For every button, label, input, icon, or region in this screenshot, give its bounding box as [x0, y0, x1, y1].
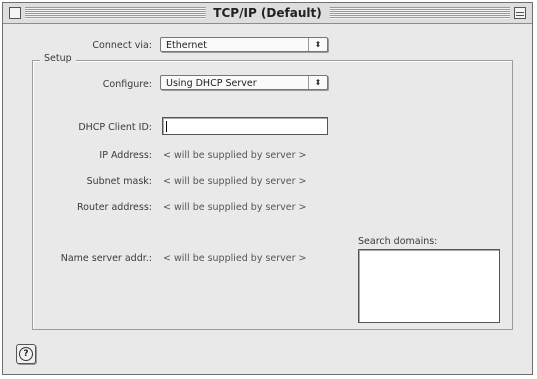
subnet-mask-value: < will be supplied by server >	[163, 176, 307, 187]
connect-via-popup[interactable]: Ethernet ⬍	[160, 37, 328, 52]
connect-via-label: Connect via:	[92, 40, 152, 51]
subnet-mask-label: Subnet mask:	[86, 176, 152, 187]
close-box-icon[interactable]	[9, 7, 21, 19]
connect-via-value: Ethernet	[166, 40, 207, 51]
ip-address-value: < will be supplied by server >	[163, 150, 307, 161]
configure-value: Using DHCP Server	[166, 78, 257, 89]
title-bar[interactable]: TCP/IP (Default)	[3, 3, 532, 24]
setup-legend: Setup	[40, 53, 76, 64]
help-button[interactable]: ?	[16, 344, 36, 364]
name-server-value: < will be supplied by server >	[163, 253, 307, 264]
name-server-label: Name server addr.:	[60, 253, 152, 264]
search-domains-label: Search domains:	[358, 236, 438, 247]
popup-arrows-icon: ⬍	[308, 38, 327, 51]
dhcp-client-id-label: DHCP Client ID:	[78, 122, 152, 133]
ip-address-label: IP Address:	[99, 150, 152, 161]
collapse-box-icon[interactable]	[514, 7, 526, 19]
window-title: TCP/IP (Default)	[205, 5, 330, 21]
configure-label: Configure:	[102, 79, 152, 90]
search-domains-field[interactable]	[358, 249, 500, 323]
text-caret	[166, 121, 167, 132]
router-address-value: < will be supplied by server >	[163, 202, 307, 213]
configure-popup[interactable]: Using DHCP Server ⬍	[160, 75, 328, 90]
popup-arrows-icon: ⬍	[308, 76, 327, 89]
help-icon: ?	[19, 347, 33, 361]
router-address-label: Router address:	[76, 202, 152, 213]
dhcp-client-id-field[interactable]	[162, 117, 328, 135]
